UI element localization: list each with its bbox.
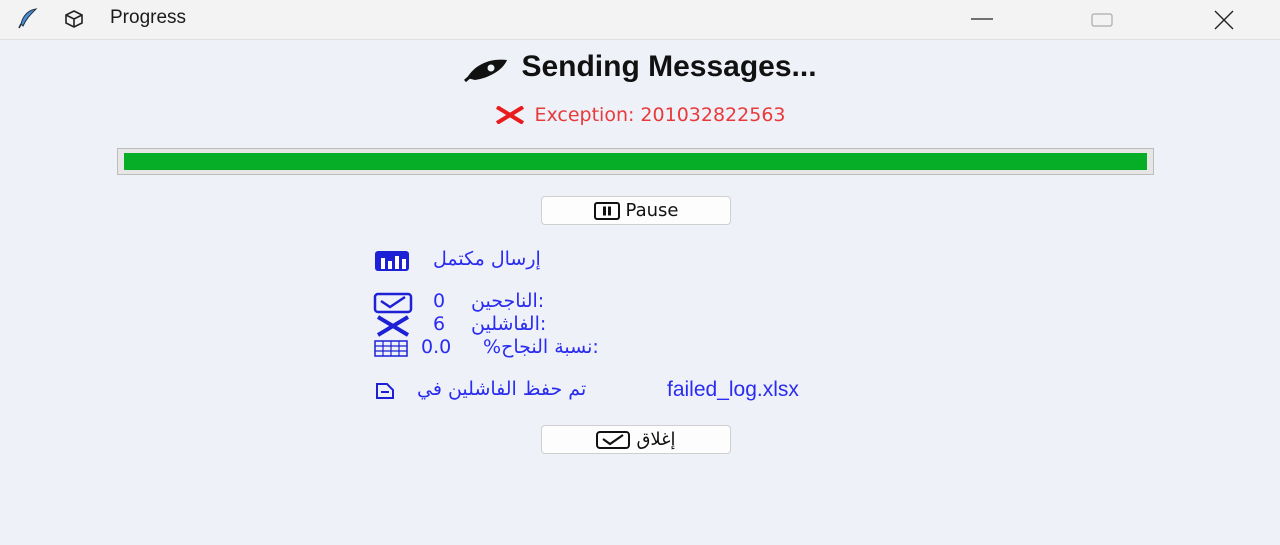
successful-value: 0: [433, 290, 446, 312]
progress-fill: [124, 153, 1147, 170]
error-text: Exception: 201032822563: [534, 104, 786, 126]
failed-label: الفاشلين:: [471, 313, 547, 335]
close-label: إغلاق: [636, 429, 676, 450]
page-title: Sending Messages...: [0, 50, 1280, 90]
maximize-button[interactable]: [1072, 0, 1132, 39]
pause-label: Pause: [625, 200, 679, 221]
saved-file-name: failed_log.xlsx: [667, 378, 799, 401]
document-icon: [373, 381, 403, 406]
rate-value: 0.0: [421, 336, 452, 358]
cross-mark-icon: [494, 105, 526, 129]
title-bar: Progress: [0, 0, 1280, 40]
failed-count: 6 الفاشلين:: [373, 313, 613, 338]
minimize-button[interactable]: [951, 0, 1011, 39]
status-line: إرسال مكتمل: [373, 248, 613, 274]
window-title: Progress: [110, 7, 187, 28]
error-message: Exception: 201032822563: [0, 104, 1280, 129]
feather-icon: [17, 7, 39, 33]
grid-icon: [373, 339, 413, 364]
saved-file-line: تم حفظ الفاشلين في failed_log.xlsx: [373, 378, 933, 404]
close-icon: [1214, 10, 1234, 30]
saved-text: تم حفظ الفاشلين في: [417, 378, 587, 400]
checkbox-icon: [596, 430, 631, 457]
rocket-icon: [463, 54, 511, 90]
minimize-icon: [971, 18, 993, 20]
success-rate: 0.0 %نسبة النجاح:: [373, 336, 693, 361]
rate-label: %نسبة النجاح:: [483, 336, 599, 358]
package-icon: [63, 9, 85, 33]
progress-bar: [117, 148, 1154, 175]
status-text: إرسال مكتمل: [433, 248, 541, 270]
maximize-icon: [1091, 13, 1113, 27]
close-button[interactable]: إغلاق: [541, 425, 731, 454]
title-text: Sending Messages...: [521, 50, 817, 83]
pause-icon: [593, 201, 620, 228]
successful-label: الناجحين:: [471, 290, 545, 312]
close-window-button[interactable]: [1194, 0, 1254, 39]
successful-count: 0 الناجحين:: [373, 290, 613, 315]
pause-button[interactable]: Pause: [541, 196, 731, 225]
bar-chart-icon: [373, 250, 417, 277]
failed-value: 6: [433, 313, 446, 335]
